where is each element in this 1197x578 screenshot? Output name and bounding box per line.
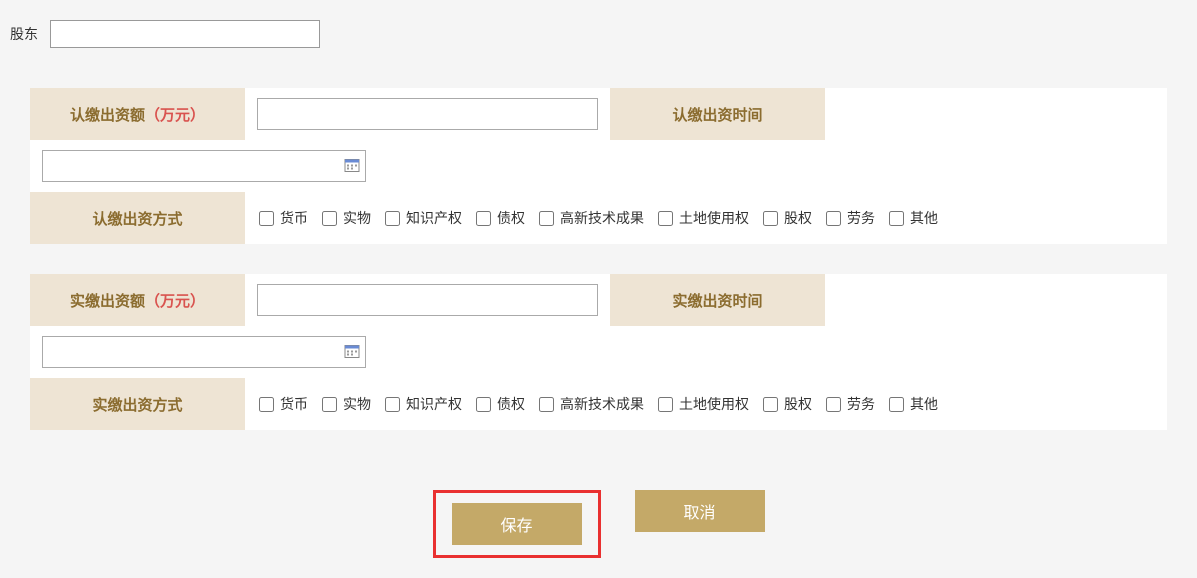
method-checkbox[interactable] (826, 211, 841, 226)
method-option[interactable]: 劳务 (826, 394, 875, 414)
paid-section: 实缴出资额 （万元） 实缴出资时间 实缴出资方式 货币 实物 知识产权 债权 高… (30, 274, 1167, 430)
paid-method-options: 货币 实物 知识产权 债权 高新技术成果 土地使用权 股权 劳务 其他 (245, 378, 1167, 430)
action-buttons: 保存 取消 (10, 490, 1187, 558)
paid-time-label: 实缴出资时间 (610, 274, 825, 326)
cancel-button[interactable]: 取消 (635, 490, 765, 532)
method-checkbox[interactable] (259, 397, 274, 412)
method-option[interactable]: 其他 (889, 208, 938, 228)
paid-amount-input[interactable] (257, 284, 598, 316)
subscribed-method-options: 货币 实物 知识产权 债权 高新技术成果 土地使用权 股权 劳务 其他 (245, 192, 1167, 244)
method-checkbox[interactable] (658, 397, 673, 412)
method-option[interactable]: 债权 (476, 208, 525, 228)
method-checkbox[interactable] (322, 397, 337, 412)
method-option[interactable]: 货币 (259, 208, 308, 228)
method-option[interactable]: 知识产权 (385, 394, 462, 414)
method-checkbox[interactable] (889, 397, 904, 412)
paid-method-label: 实缴出资方式 (30, 378, 245, 430)
shareholder-label: 股东 (10, 24, 38, 44)
subscribed-time-label: 认缴出资时间 (610, 88, 825, 140)
save-button[interactable]: 保存 (452, 503, 582, 545)
method-option[interactable]: 其他 (889, 394, 938, 414)
method-option[interactable]: 知识产权 (385, 208, 462, 228)
method-checkbox[interactable] (385, 211, 400, 226)
method-checkbox[interactable] (658, 211, 673, 226)
paid-time-cell (30, 326, 378, 378)
subscribed-amount-label: 认缴出资额 （万元） (30, 88, 245, 140)
method-option[interactable]: 实物 (322, 208, 371, 228)
method-checkbox[interactable] (476, 397, 491, 412)
method-checkbox[interactable] (539, 397, 554, 412)
method-checkbox[interactable] (826, 397, 841, 412)
method-option[interactable]: 实物 (322, 394, 371, 414)
paid-amount-label: 实缴出资额 （万元） (30, 274, 245, 326)
subscribed-amount-cell (245, 88, 610, 140)
method-option[interactable]: 土地使用权 (658, 208, 749, 228)
subscribed-amount-input[interactable] (257, 98, 598, 130)
method-option[interactable]: 高新技术成果 (539, 394, 644, 414)
subscribed-time-input[interactable] (42, 150, 366, 182)
method-option[interactable]: 高新技术成果 (539, 208, 644, 228)
method-checkbox[interactable] (322, 211, 337, 226)
paid-amount-cell (245, 274, 610, 326)
method-checkbox[interactable] (889, 211, 904, 226)
method-option[interactable]: 土地使用权 (658, 394, 749, 414)
subscribed-method-label: 认缴出资方式 (30, 192, 245, 244)
save-highlight: 保存 (433, 490, 601, 558)
method-checkbox[interactable] (476, 211, 491, 226)
method-checkbox[interactable] (259, 211, 274, 226)
shareholder-input[interactable] (50, 20, 320, 48)
method-checkbox[interactable] (763, 397, 778, 412)
subscribed-time-cell (30, 140, 378, 192)
paid-time-input[interactable] (42, 336, 366, 368)
subscribed-section: 认缴出资额 （万元） 认缴出资时间 认缴出资方式 货币 实物 知识产权 债权 高… (30, 88, 1167, 244)
method-checkbox[interactable] (385, 397, 400, 412)
method-option[interactable]: 货币 (259, 394, 308, 414)
method-option[interactable]: 债权 (476, 394, 525, 414)
method-checkbox[interactable] (539, 211, 554, 226)
method-option[interactable]: 劳务 (826, 208, 875, 228)
method-option[interactable]: 股权 (763, 208, 812, 228)
method-option[interactable]: 股权 (763, 394, 812, 414)
method-checkbox[interactable] (763, 211, 778, 226)
shareholder-row: 股东 (10, 20, 1187, 48)
